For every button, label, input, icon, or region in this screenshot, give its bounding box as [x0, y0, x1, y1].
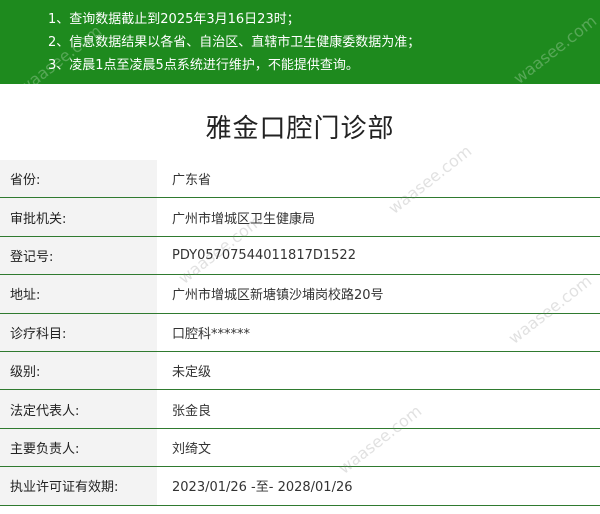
table-row: 地址: 广州市增城区新塘镇沙埔岗校路20号	[0, 275, 600, 314]
table-row: 审批机关: 广州市增城区卫生健康局	[0, 198, 600, 237]
notice-banner: 1、查询数据截止到2025年3月16日23时； 2、信息数据结果以各省、自治区、…	[0, 0, 600, 98]
row-label: 主要负责人:	[0, 428, 157, 467]
row-value: 口腔科******	[172, 326, 251, 342]
row-label: 执业许可证有效期:	[0, 467, 157, 505]
row-value: 广东省	[172, 173, 212, 189]
notice-line-2: 2、信息数据结果以各省、自治区、直辖市卫生健康委数据为准；	[48, 35, 421, 50]
row-label: 省份:	[0, 160, 157, 198]
row-label: 审批机关:	[0, 198, 157, 236]
row-value: 广州市增城区卫生健康局	[172, 211, 316, 227]
table-row: 执业许可证有效期: 2023/01/26 -至- 2028/01/26	[0, 467, 600, 506]
row-value: 2023/01/26 -至- 2028/01/26	[172, 480, 353, 496]
row-value: 张金良	[172, 403, 212, 419]
row-value: 刘绮文	[172, 441, 212, 457]
table-row: 主要负责人: 刘绮文	[0, 428, 600, 468]
row-label: 登记号:	[0, 236, 157, 275]
table-row: 省份: 广东省	[0, 160, 600, 199]
row-label: 诊疗科目:	[0, 313, 157, 351]
table-row: 级别: 未定级	[0, 351, 600, 391]
page-title: 雅金口腔门诊部	[205, 114, 395, 144]
row-value: PDY05707544011817D1522	[172, 247, 356, 263]
notice-line-3: 3、凌晨1点至凌晨5点系统进行维护，不能提供查询。	[48, 58, 359, 73]
table-row: 法定代表人: 张金良	[0, 390, 600, 429]
row-label: 地址:	[0, 275, 157, 313]
row-value: 广州市增城区新塘镇沙埔岗校路20号	[172, 288, 384, 304]
row-value: 未定级	[172, 365, 212, 381]
row-label: 法定代表人:	[0, 390, 157, 428]
row-label: 级别:	[0, 351, 157, 390]
table-row: 登记号: PDY05707544011817D1522	[0, 236, 600, 276]
notice-line-1: 1、查询数据截止到2025年3月16日23时；	[48, 12, 300, 27]
table-row: 诊疗科目: 口腔科******	[0, 313, 600, 352]
info-table: 省份: 广东省 审批机关: 广州市增城区卫生健康局 登记号: PDY057075…	[0, 160, 600, 506]
